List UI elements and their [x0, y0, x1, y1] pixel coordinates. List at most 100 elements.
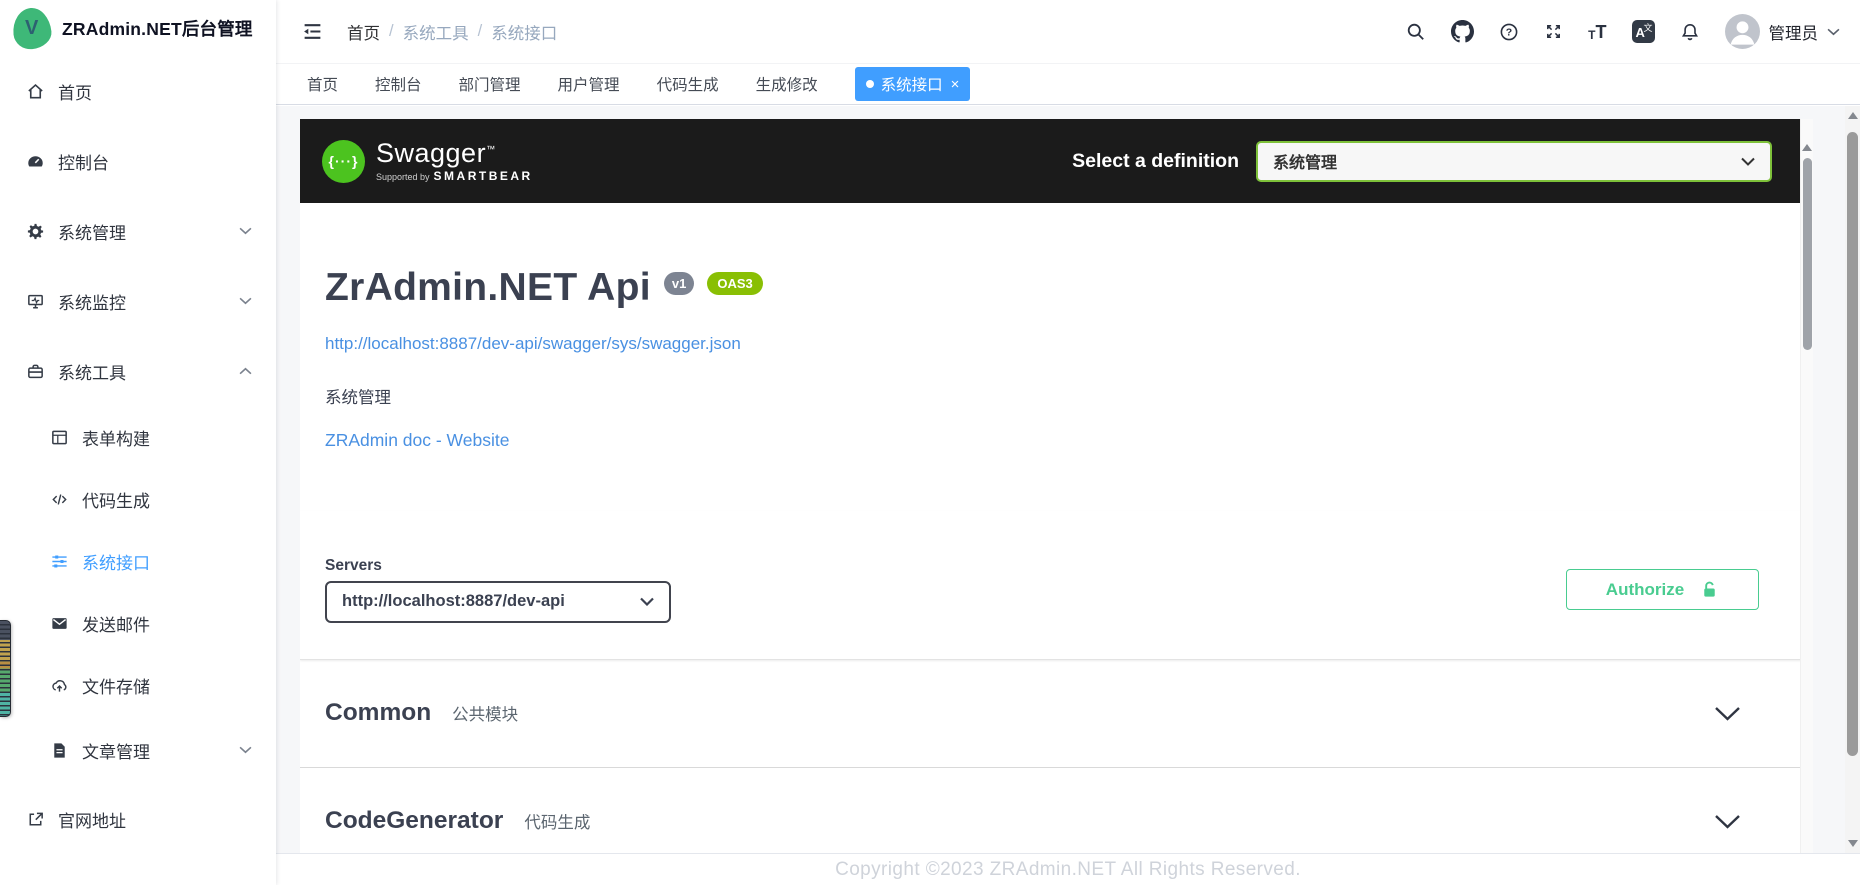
active-tab-dot — [866, 80, 874, 88]
cloud-upload-icon — [50, 676, 69, 695]
code-icon — [50, 490, 69, 509]
user-menu[interactable]: 管理员 — [1725, 14, 1841, 49]
toolbox-icon — [26, 362, 45, 381]
app-logo: V — [11, 6, 53, 51]
bell-icon[interactable] — [1680, 22, 1700, 42]
navbar: 首页 / 系统工具 / 系统接口 ? TT A文 管理员 — [276, 0, 1860, 63]
help-icon[interactable]: ? — [1499, 22, 1519, 42]
authorize-label: Authorize — [1606, 580, 1684, 600]
opblock-tag-codegenerator[interactable]: CodeGenerator 代码生成 — [300, 768, 1813, 853]
avatar-person-icon — [1725, 14, 1760, 49]
window-scrollbar[interactable] — [1845, 106, 1860, 853]
select-definition-label: Select a definition — [1072, 150, 1239, 173]
sidebar-item-console[interactable]: 控制台 — [0, 126, 276, 196]
sidebar: V ZRAdmin.NET后台管理 首页 控制台 系统管理 系统监控 系统工具 — [0, 0, 276, 885]
sidebar-item-label: 系统接口 — [82, 549, 150, 574]
scrollbar-thumb[interactable] — [1847, 132, 1858, 756]
copyright-text: Copyright ©2023 ZRAdmin.NET All Rights R… — [835, 859, 1301, 881]
tab-user-admin[interactable]: 用户管理 — [558, 73, 620, 95]
navbar-actions: ? TT A文 管理员 — [1406, 14, 1840, 49]
fullscreen-icon[interactable] — [1544, 22, 1563, 41]
scroll-up-arrow[interactable] — [1848, 112, 1858, 119]
tab-console[interactable]: 控制台 — [375, 73, 422, 95]
breadcrumb-item[interactable]: 首页 — [347, 20, 380, 44]
trademark: ™ — [486, 144, 496, 154]
chevron-up-icon — [239, 367, 252, 375]
section-description: 公共模块 — [452, 701, 518, 725]
server-select[interactable]: http://localhost:8887/dev-api — [325, 581, 671, 623]
github-icon[interactable] — [1451, 20, 1474, 43]
font-size-icon[interactable]: TT — [1588, 23, 1606, 41]
tab-label: 系统接口 — [881, 73, 943, 95]
chevron-down-icon — [239, 297, 252, 305]
scrollbar-thumb[interactable] — [1803, 158, 1812, 350]
opblock-tag-common[interactable]: Common 公共模块 — [300, 660, 1813, 768]
svg-text:?: ? — [1506, 26, 1512, 38]
chevron-down-icon[interactable] — [1714, 814, 1741, 829]
sidebar-item-send-mail[interactable]: 发送邮件 — [0, 592, 276, 654]
edge-monitor-widget[interactable] — [0, 620, 11, 717]
tab-dept-admin[interactable]: 部门管理 — [459, 73, 521, 95]
sidebar-item-system-monitor[interactable]: 系统监控 — [0, 266, 276, 336]
sidebar-item-form-builder[interactable]: 表单构建 — [0, 406, 276, 468]
sidebar-item-system-api[interactable]: 系统接口 — [0, 530, 276, 592]
breadcrumb-item[interactable]: 系统工具 — [403, 20, 469, 44]
breadcrumb-separator: / — [389, 22, 394, 41]
sidebar-item-label: 表单构建 — [82, 425, 150, 450]
section-name: Common — [325, 699, 431, 727]
sidebar-item-file-storage[interactable]: 文件存储 — [0, 654, 276, 716]
tab-system-api-active[interactable]: 系统接口 × — [855, 67, 971, 101]
sidebar-item-label: 系统工具 — [58, 359, 126, 384]
sliders-icon — [50, 552, 69, 571]
search-icon[interactable] — [1406, 22, 1426, 42]
hamburger-icon[interactable] — [302, 21, 323, 42]
sidebar-item-code-generator[interactable]: 代码生成 — [0, 468, 276, 530]
sidebar-item-official-site[interactable]: 官网地址 — [0, 784, 276, 854]
section-name: CodeGenerator — [325, 807, 503, 835]
breadcrumb: 首页 / 系统工具 / 系统接口 — [347, 20, 557, 44]
translate-icon[interactable]: A文 — [1632, 20, 1655, 43]
font-size-large-glyph: T — [1596, 23, 1607, 41]
swagger-brand-name: Swagger™ — [376, 139, 533, 167]
main-area: 首页 / 系统工具 / 系统接口 ? TT A文 管理员 首页 控制台 — [276, 0, 1860, 885]
breadcrumb-separator: / — [478, 22, 483, 41]
username: 管理员 — [1769, 20, 1819, 44]
tab-code-gen[interactable]: 代码生成 — [657, 73, 719, 95]
swagger-scrollbar[interactable] — [1800, 119, 1813, 853]
oas3-badge: OAS3 — [707, 272, 762, 295]
chevron-down-icon[interactable] — [1714, 706, 1741, 721]
chevron-down-icon — [640, 597, 654, 606]
sidebar-item-system-admin[interactable]: 系统管理 — [0, 196, 276, 266]
definition-select[interactable]: 系统管理 — [1256, 141, 1772, 182]
avatar — [1725, 14, 1760, 49]
breadcrumb-item[interactable]: 系统接口 — [491, 20, 557, 44]
gear-icon — [26, 222, 45, 241]
scheme-container: Servers http://localhost:8887/dev-api Au… — [300, 511, 1813, 660]
font-size-small-glyph: T — [1588, 29, 1595, 41]
scroll-up-arrow[interactable] — [1802, 144, 1812, 151]
scroll-down-arrow[interactable] — [1848, 840, 1858, 847]
swagger-topbar: {···} Swagger™ Supported bySMARTBEAR Sel… — [300, 119, 1813, 203]
app-title: ZRAdmin.NET后台管理 — [62, 16, 253, 41]
app-logo-row[interactable]: V ZRAdmin.NET后台管理 — [0, 0, 276, 56]
doc-website-link[interactable]: ZRAdmin doc - Website — [325, 430, 509, 451]
footer: Copyright ©2023 ZRAdmin.NET All Rights R… — [276, 853, 1860, 885]
sidebar-item-system-tools[interactable]: 系统工具 — [0, 336, 276, 406]
close-icon[interactable]: × — [951, 77, 960, 92]
swagger-panel: {···} Swagger™ Supported bySMARTBEAR Sel… — [300, 119, 1813, 853]
tab-home[interactable]: 首页 — [307, 73, 338, 95]
api-description: 系统管理 — [325, 384, 1788, 408]
authorize-button[interactable]: Authorize — [1566, 569, 1759, 610]
app-main: {···} Swagger™ Supported bySMARTBEAR Sel… — [276, 106, 1860, 853]
definition-selected-value: 系统管理 — [1273, 149, 1337, 173]
servers-block: Servers http://localhost:8887/dev-api — [325, 557, 671, 623]
sidebar-item-home[interactable]: 首页 — [0, 56, 276, 126]
tab-gen-edit[interactable]: 生成修改 — [756, 73, 818, 95]
sidebar-item-article-admin[interactable]: 文章管理 — [0, 716, 276, 784]
document-icon — [50, 741, 69, 760]
spec-url-link[interactable]: http://localhost:8887/dev-api/swagger/sy… — [325, 334, 741, 354]
section-description: 代码生成 — [524, 809, 590, 833]
dashboard-icon — [26, 152, 45, 171]
mail-icon — [50, 614, 69, 633]
api-title: ZrAdmin.NET Api — [325, 267, 651, 310]
